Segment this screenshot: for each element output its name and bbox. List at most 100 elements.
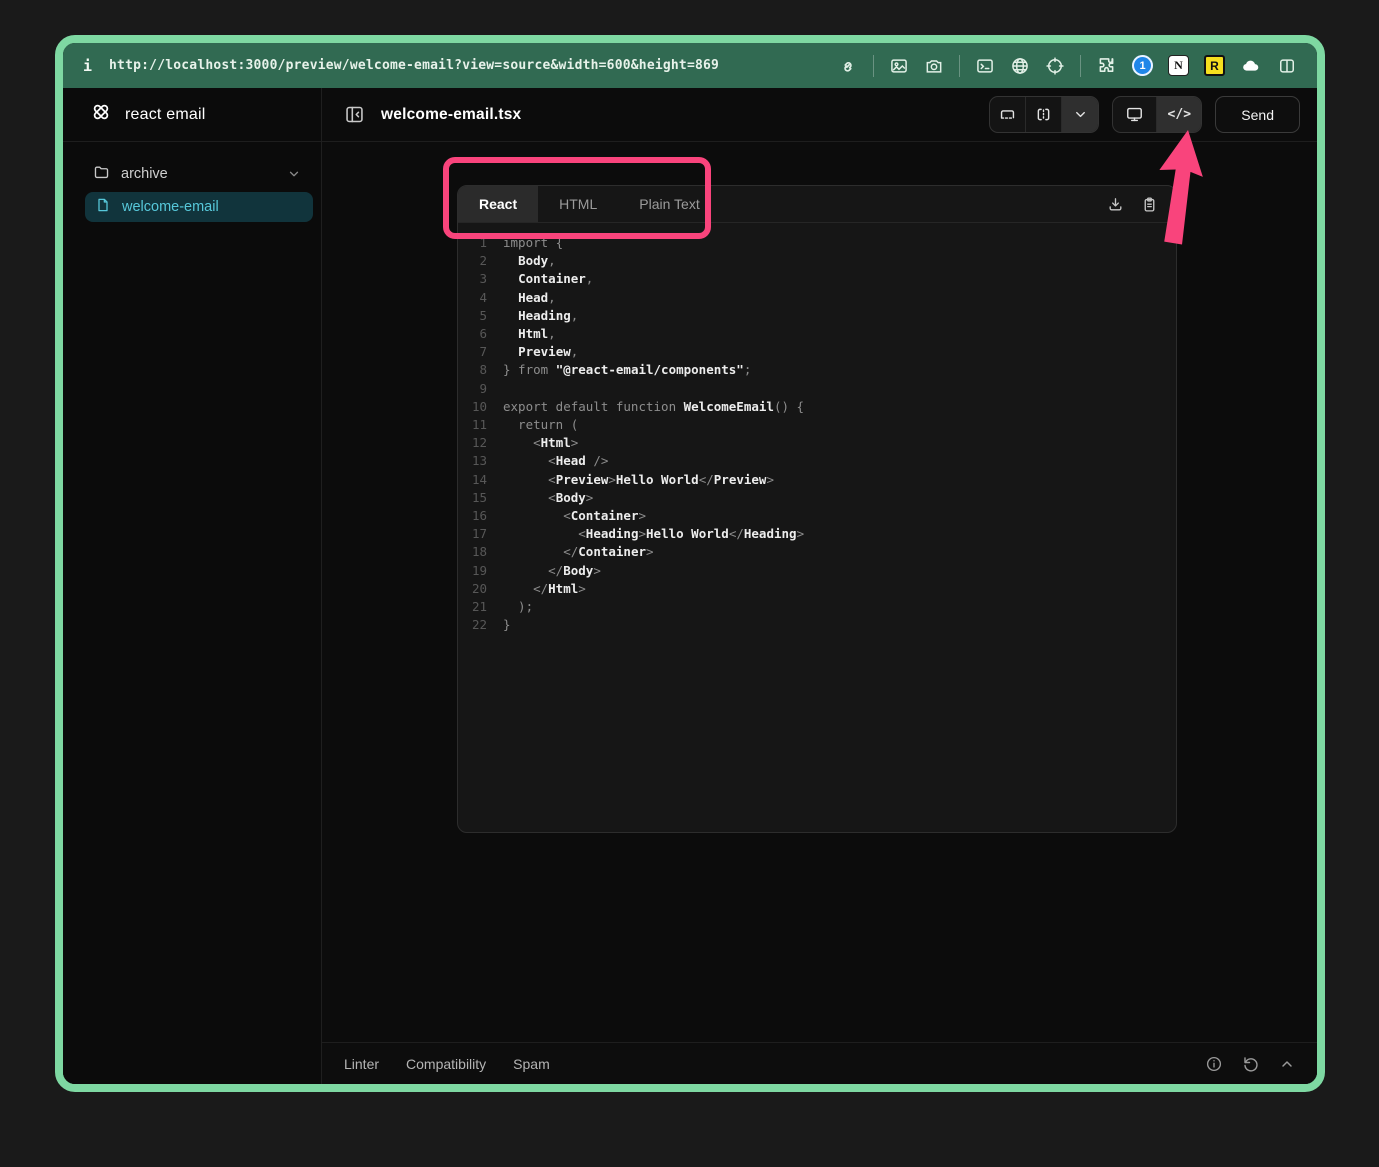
tab-spam[interactable]: Spam [513, 1056, 550, 1072]
notion-icon[interactable]: N [1168, 55, 1189, 76]
code-line: 10export default function WelcomeEmail()… [458, 398, 1176, 416]
line-number: 8 [458, 361, 487, 379]
code-line: 4 Head, [458, 289, 1176, 307]
line-number: 19 [458, 562, 487, 580]
file-icon [95, 197, 111, 217]
code-line: 13 <Head /> [458, 452, 1176, 470]
sidebar-toggle-icon[interactable] [344, 104, 365, 125]
line-number: 20 [458, 580, 487, 598]
code-line: 7 Preview, [458, 343, 1176, 361]
code-line: 15 <Body> [458, 489, 1176, 507]
view-mode-toggle: </> [1112, 96, 1202, 133]
header-actions: </> Send [989, 96, 1300, 133]
send-button[interactable]: Send [1215, 96, 1300, 133]
code-line: 3 Container, [458, 270, 1176, 288]
camera-icon[interactable] [924, 56, 944, 76]
bottom-tabs: Linter Compatibility Spam [344, 1056, 550, 1072]
app-name: react email [125, 106, 205, 124]
tab-react[interactable]: React [458, 186, 538, 222]
code-line: 16 <Container> [458, 507, 1176, 525]
split-view-icon[interactable] [1277, 56, 1297, 76]
source-tabbar: React HTML Plain Text [458, 186, 1176, 223]
line-number: 16 [458, 507, 487, 525]
sidebar-item-welcome-email[interactable]: welcome-email [85, 192, 313, 222]
sidebar-file-label: welcome-email [122, 199, 219, 215]
url-text[interactable]: http://localhost:3000/preview/welcome-em… [109, 58, 719, 73]
desktop-view-icon[interactable] [1113, 97, 1157, 132]
line-number: 10 [458, 398, 487, 416]
tab-html[interactable]: HTML [538, 186, 618, 222]
toolbar-divider [959, 55, 960, 77]
cloud-icon[interactable] [1240, 55, 1262, 77]
tab-compatibility[interactable]: Compatibility [406, 1056, 486, 1072]
refined-github-icon[interactable]: R [1204, 55, 1225, 76]
sidebar-folder-label: archive [121, 166, 168, 182]
bottom-bar-icons [1205, 1055, 1295, 1073]
sidebar: react email archive welcome-email [63, 88, 322, 1084]
code-lines[interactable]: 1import {2 Body,3 Container,4 Head,5 Hea… [458, 223, 1176, 832]
link-icon[interactable] [838, 56, 858, 76]
line-number: 6 [458, 325, 487, 343]
source-code-panel: React HTML Plain Text 1import {2 B [457, 185, 1177, 833]
toolbar-divider [873, 55, 874, 77]
screenshot-icon[interactable] [889, 56, 909, 76]
code-line: 19 </Body> [458, 562, 1176, 580]
page-title: welcome-email.tsx [381, 106, 521, 124]
preview-area: React HTML Plain Text 1import {2 B [322, 142, 1317, 1042]
desktop: { "colors": { "frame_green": "#7ed8a2", … [0, 0, 1379, 1167]
puzzle-icon[interactable] [1096, 55, 1117, 76]
line-number: 9 [458, 380, 487, 398]
line-number: 4 [458, 289, 487, 307]
code-panel-actions [1107, 186, 1176, 222]
tab-linter[interactable]: Linter [344, 1056, 379, 1072]
sidebar-item-archive[interactable]: archive [85, 158, 313, 190]
react-email-logo-icon [90, 101, 112, 128]
line-number: 3 [458, 270, 487, 288]
line-number: 2 [458, 252, 487, 270]
chevron-down-icon[interactable] [287, 167, 301, 181]
site-info-icon[interactable]: i [83, 57, 92, 75]
code-line: 14 <Preview>Hello World</Preview> [458, 471, 1176, 489]
browser-url-bar: i http://localhost:3000/preview/welcome-… [63, 43, 1317, 88]
app-body: react email archive welcome-email [63, 88, 1317, 1084]
code-line: 21 ); [458, 598, 1176, 616]
code-line: 11 return ( [458, 416, 1176, 434]
line-number: 11 [458, 416, 487, 434]
code-line: 22} [458, 616, 1176, 634]
code-line: 18 </Container> [458, 543, 1176, 561]
crosshair-icon[interactable] [1045, 56, 1065, 76]
chevron-up-icon[interactable] [1279, 1056, 1295, 1072]
viewport-dimensions-icon[interactable] [1026, 97, 1062, 132]
line-number: 12 [458, 434, 487, 452]
terminal-icon[interactable] [975, 56, 995, 76]
main-header: welcome-email.tsx [322, 88, 1317, 142]
browser-toolbar-icons: 1 N R [838, 55, 1297, 77]
source-view-button[interactable]: </> [1157, 97, 1201, 132]
line-number: 22 [458, 616, 487, 634]
code-line: 20 </Html> [458, 580, 1176, 598]
viewport-dropdown-chevron[interactable] [1062, 97, 1098, 132]
copy-clipboard-icon[interactable] [1141, 196, 1158, 213]
line-number: 1 [458, 234, 487, 252]
globe-icon[interactable] [1010, 56, 1030, 76]
browser-window: i http://localhost:3000/preview/welcome-… [55, 35, 1325, 1092]
refresh-icon[interactable] [1242, 1055, 1260, 1073]
viewport-width-icon[interactable] [990, 97, 1026, 132]
title-wrap: welcome-email.tsx [344, 104, 521, 125]
download-icon[interactable] [1107, 196, 1124, 213]
tab-plain-text[interactable]: Plain Text [618, 186, 720, 222]
toolbar-divider [1080, 55, 1081, 77]
code-line: 8} from "@react-email/components"; [458, 361, 1176, 379]
line-number: 21 [458, 598, 487, 616]
onepassword-icon[interactable]: 1 [1132, 55, 1153, 76]
folder-icon [93, 164, 110, 185]
line-number: 5 [458, 307, 487, 325]
code-line: 17 <Heading>Hello World</Heading> [458, 525, 1176, 543]
sidebar-nav: archive welcome-email [63, 142, 321, 222]
code-line: 1import { [458, 234, 1176, 252]
line-number: 17 [458, 525, 487, 543]
line-number: 7 [458, 343, 487, 361]
code-line: 9 [458, 380, 1176, 398]
info-circle-icon[interactable] [1205, 1055, 1223, 1073]
viewport-size-control [989, 96, 1099, 133]
